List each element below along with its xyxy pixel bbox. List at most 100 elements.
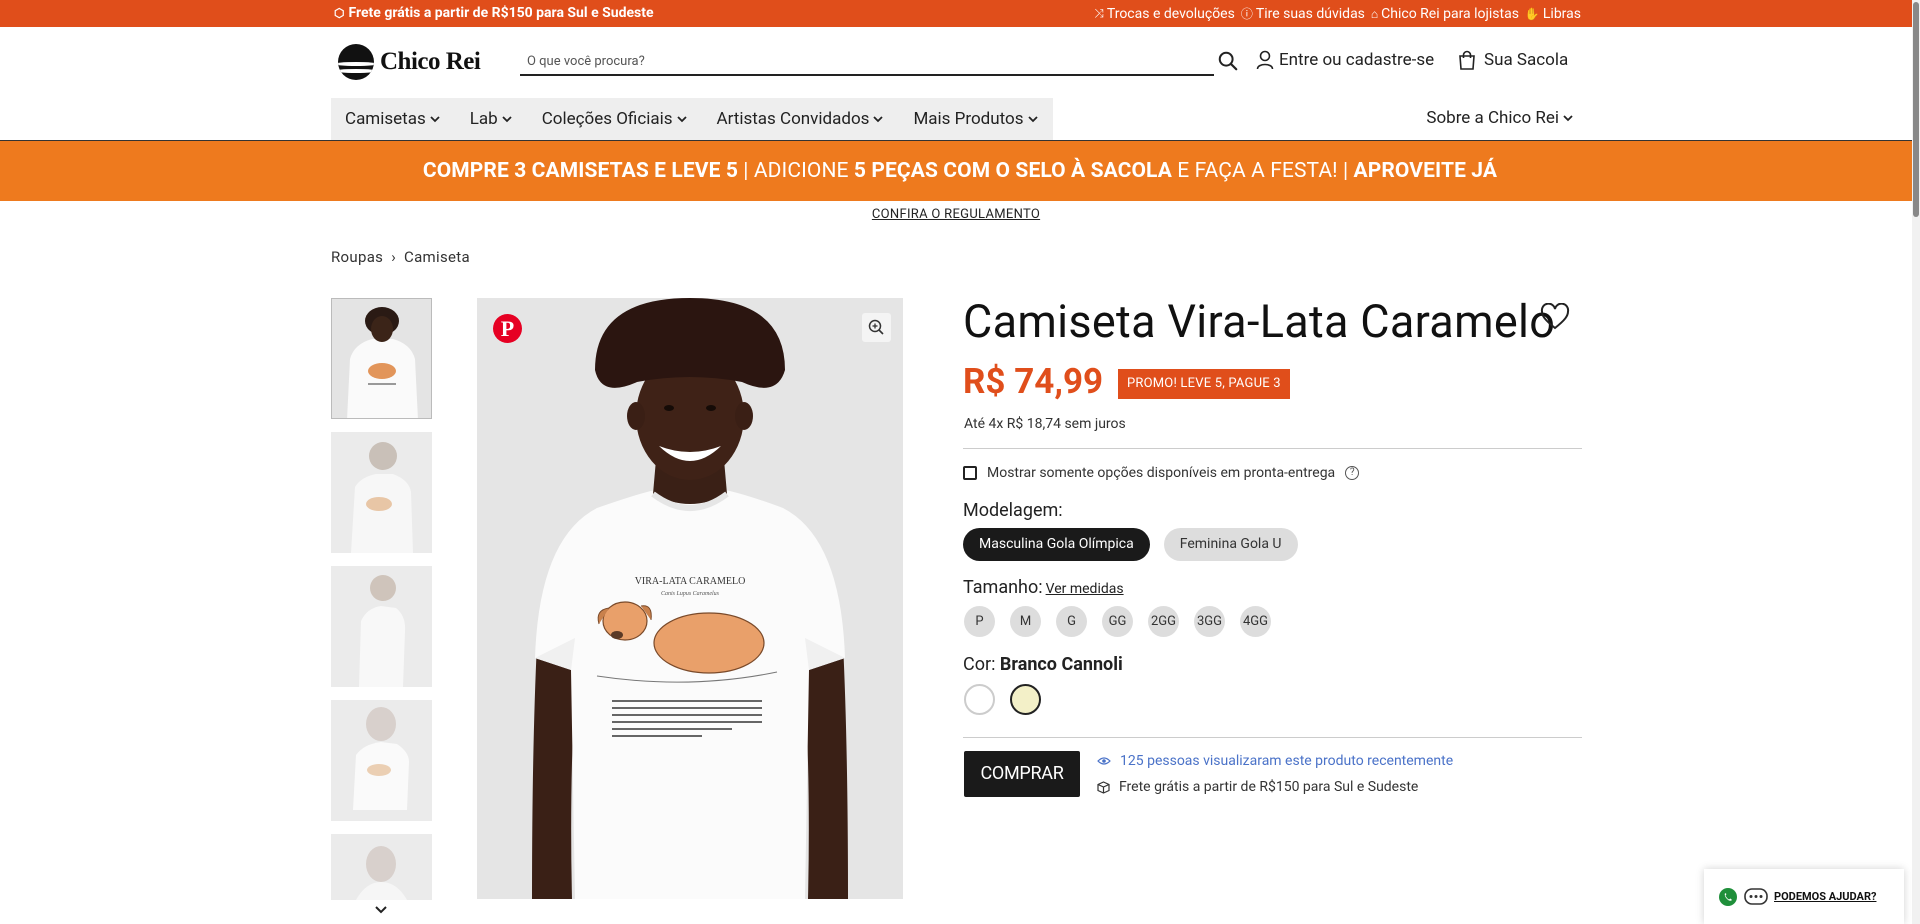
chevron-down-icon[interactable] — [372, 903, 390, 917]
question-icon: ⓘ — [1240, 7, 1253, 21]
scrollbar-thumb[interactable] — [1913, 2, 1919, 217]
hand-icon: ✋ — [1524, 6, 1540, 21]
login-link[interactable]: Entre ou cadastre-se — [1256, 50, 1434, 70]
heart-icon[interactable] — [1540, 303, 1570, 331]
top-announcement-bar: ⬡ Frete grátis a partir de R$150 para Su… — [0, 0, 1920, 27]
top-link-help[interactable]: ⓘ Tire suas dúvidas — [1241, 5, 1365, 22]
shipping-announcement: ⬡ Frete grátis a partir de R$150 para Su… — [334, 5, 654, 21]
promo-text-4: E FAÇA A FESTA! | — [1171, 159, 1354, 183]
help-icon[interactable]: ? — [1345, 466, 1360, 480]
chevron-down-icon — [1563, 115, 1573, 122]
bag-link[interactable]: Sua Sacola — [1458, 50, 1568, 70]
product-photo: VIRA-LATA CARAMELO Canis Lupus Caramelus — [477, 298, 903, 899]
product-thumbnail[interactable] — [331, 834, 432, 900]
thumbnail-image — [331, 432, 432, 553]
size-option-m[interactable]: M — [1010, 606, 1041, 637]
color-swatch-white[interactable] — [964, 684, 995, 715]
shopping-bag-icon — [1459, 50, 1475, 70]
search-bar — [520, 48, 1214, 76]
top-link-wholesale[interactable]: ⌂ Chico Rei para lojistas — [1371, 6, 1519, 22]
chevron-down-icon — [873, 116, 884, 123]
shipping-info: Frete grátis a partir de R$150 para Sul … — [1097, 779, 1418, 795]
breadcrumb-item[interactable]: Camiseta — [404, 248, 470, 266]
model-option-masculina[interactable]: Masculina Gola Olímpica — [963, 528, 1150, 561]
top-links: ⤨ Trocas e devoluções ⓘ Tire suas dúvidas … — [1094, 5, 1581, 22]
color-label: Cor: — [963, 654, 996, 675]
size-option-2gg[interactable]: 2GG — [1148, 606, 1179, 637]
product-thumbnail[interactable] — [331, 432, 432, 553]
bag-label: Sua Sacola — [1484, 50, 1569, 70]
size-chart-link[interactable]: Ver medidas — [1046, 581, 1124, 597]
search-input[interactable] — [520, 48, 1180, 74]
zoom-in-icon — [868, 319, 884, 335]
size-option-g[interactable]: G — [1056, 606, 1087, 637]
shipping-text: Frete grátis a partir de R$150 para Sul … — [1119, 779, 1419, 795]
nav-item-mais-produtos[interactable]: Mais Produtos — [913, 109, 1038, 129]
top-link-libras[interactable]: ✋ Libras — [1525, 6, 1581, 22]
rules-link[interactable]: CONFIRA O REGULAMENTO — [0, 207, 1912, 222]
nav-item-lab[interactable]: Lab — [470, 109, 513, 129]
chevron-down-icon — [676, 116, 687, 123]
chevron-down-icon — [430, 116, 440, 123]
size-label-row: Tamanho: Ver medidas — [963, 577, 1124, 598]
promo-text-3: 5 PEÇAS COM O SELO À SACOLA — [853, 159, 1172, 183]
model-label: Modelagem: — [963, 500, 1063, 521]
zoom-button[interactable] — [862, 313, 891, 342]
shirt-print-title: VIRA-LATA CARAMELO — [635, 576, 746, 587]
buy-button[interactable]: COMPRAR — [964, 751, 1080, 797]
user-icon — [1256, 50, 1274, 70]
size-option-gg[interactable]: GG — [1102, 606, 1133, 637]
thumbnail-image — [331, 566, 432, 687]
shirt-print-subtitle: Canis Lupus Caramelus — [661, 591, 720, 597]
breadcrumb-item[interactable]: Roupas — [331, 248, 383, 266]
main-nav: Camisetas Lab Coleções Oficiais Artistas… — [331, 98, 1053, 140]
color-name: Branco Cannoli — [999, 654, 1123, 675]
breadcrumb-separator-icon: › — [391, 248, 397, 266]
divider — [963, 448, 1582, 449]
size-option-3gg[interactable]: 3GG — [1194, 606, 1225, 637]
thumbnail-image — [332, 299, 431, 418]
eye-icon — [1097, 757, 1111, 765]
nav-item-artistas[interactable]: Artistas Convidados — [717, 109, 885, 129]
size-label: Tamanho: — [963, 577, 1043, 598]
divider — [963, 737, 1582, 738]
search-icon[interactable] — [1217, 50, 1239, 72]
color-swatch-cannoli[interactable] — [1010, 684, 1041, 715]
model-options: Masculina Gola Olímpica Feminina Gola U — [963, 528, 1298, 561]
views-text: 125 pessoas visualizaram este produto re… — [1120, 753, 1454, 769]
promo-banner[interactable]: COMPRE 3 CAMISETAS E LEVE 5 | ADICIONE 5… — [0, 141, 1920, 201]
top-link-returns[interactable]: ⤨ Trocas e devoluções — [1094, 6, 1235, 22]
logo-text: Chico Rei — [380, 48, 481, 75]
thumbnail-image — [331, 700, 432, 821]
stock-filter[interactable]: Mostrar somente opções disponíveis em pr… — [963, 465, 1360, 481]
product-title: Camiseta Vira-Lata Caramelo — [963, 295, 1556, 348]
whatsapp-icon — [1719, 887, 1737, 906]
model-option-feminina[interactable]: Feminina Gola U — [1163, 528, 1298, 561]
logo-mark — [338, 44, 374, 80]
product-thumbnail[interactable] — [331, 298, 432, 419]
exchange-icon: ⤨ — [1094, 6, 1104, 20]
help-widget[interactable]: PODEMOS AJUDAR? — [1704, 869, 1904, 924]
store-icon: ⌂ — [1370, 6, 1379, 21]
pinterest-icon[interactable]: P — [493, 314, 522, 343]
size-options: P M G GG 2GG 3GG 4GG — [964, 606, 1271, 637]
nav-item-sobre[interactable]: Sobre a Chico Rei — [1426, 108, 1574, 128]
color-label-row: Cor: Branco Cannoli — [963, 654, 1123, 675]
nav-item-colecoes[interactable]: Coleções Oficiais — [542, 109, 688, 129]
size-option-p[interactable]: P — [964, 606, 995, 637]
thumbnail-image — [331, 834, 432, 900]
promo-text-2: | ADICIONE — [737, 159, 854, 183]
size-option-4gg[interactable]: 4GG — [1240, 606, 1271, 637]
help-label: PODEMOS AJUDAR? — [1774, 890, 1877, 903]
product-thumbnail[interactable] — [331, 566, 432, 687]
login-label: Entre ou cadastre-se — [1279, 50, 1435, 70]
stock-filter-label: Mostrar somente opções disponíveis em pr… — [987, 465, 1336, 481]
views-info: 125 pessoas visualizaram este produto re… — [1097, 753, 1453, 769]
logo[interactable]: Chico Rei — [338, 44, 481, 80]
box-icon: ⬡ — [334, 6, 345, 20]
stock-filter-checkbox[interactable] — [963, 466, 977, 480]
product-main-image[interactable]: VIRA-LATA CARAMELO Canis Lupus Caramelus… — [477, 298, 903, 899]
site-header: Chico Rei Entre ou cadastre-se Sua Sacol… — [0, 27, 1920, 141]
nav-item-camisetas[interactable]: Camisetas — [345, 109, 441, 129]
product-thumbnail[interactable] — [331, 700, 432, 821]
